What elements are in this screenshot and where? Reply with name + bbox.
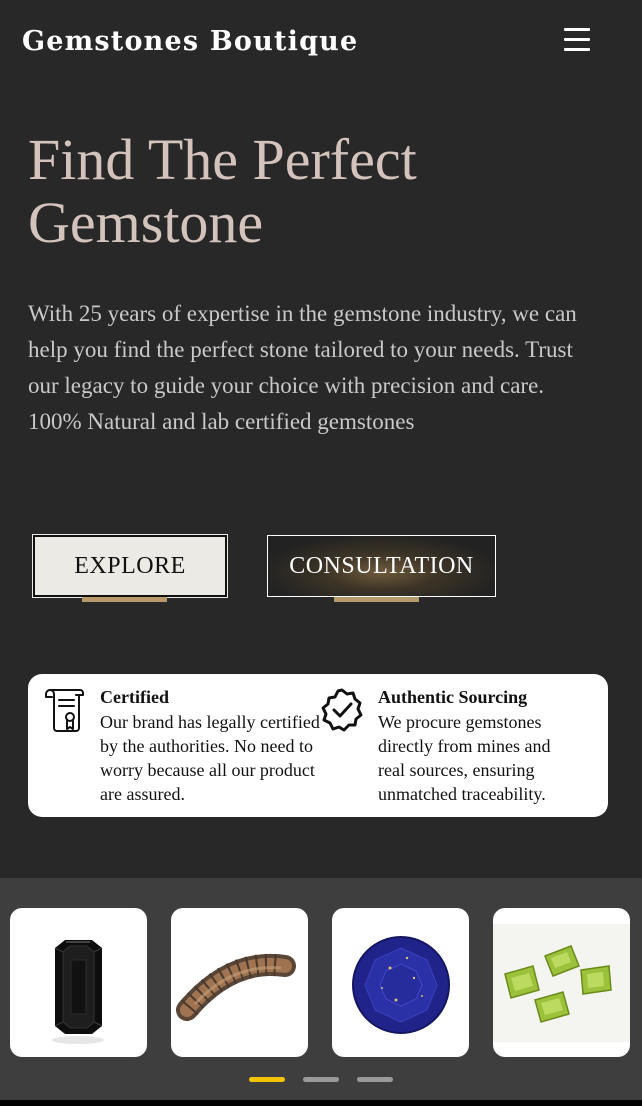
menu-line [564, 28, 590, 31]
explore-button[interactable]: EXPLORE [32, 534, 228, 598]
carousel-dot[interactable] [357, 1077, 393, 1082]
black-emerald-cut-gem-icon [52, 940, 104, 1044]
hamburger-menu-icon[interactable] [560, 26, 594, 54]
feature-text: We procure gemstones directly from mines… [378, 712, 551, 804]
consultation-underline [334, 597, 419, 602]
site-header: Gemstones Boutique [0, 0, 642, 90]
product-card[interactable] [493, 908, 630, 1057]
feature-title: Certified [100, 687, 169, 707]
certificate-scroll-icon [42, 688, 84, 734]
carousel-dot-active[interactable] [249, 1077, 285, 1082]
features-card: Certified Our brand has legally certifie… [28, 674, 608, 817]
consultation-button[interactable]: CONSULTATION [267, 535, 496, 597]
feature-text: Our brand has legally certified by the a… [100, 712, 320, 804]
menu-line [564, 38, 590, 41]
menu-line [564, 48, 590, 51]
hero-description: With 25 years of expertise in the gemsto… [28, 301, 577, 434]
feature-title: Authentic Sourcing [378, 687, 528, 707]
curved-bead-strand-icon [176, 954, 296, 1021]
carousel-dot[interactable] [303, 1077, 339, 1082]
product-carousel [0, 878, 642, 1100]
peridot-gems-cluster-icon [493, 924, 630, 1042]
product-card[interactable] [171, 908, 308, 1057]
bottom-bar [0, 1100, 642, 1106]
lapis-lazuli-round-gem-icon [352, 936, 450, 1034]
product-card[interactable] [10, 908, 147, 1057]
verified-badge-icon [320, 688, 364, 732]
product-card[interactable] [332, 908, 469, 1057]
explore-underline [82, 597, 167, 602]
brand-logo[interactable]: Gemstones Boutique [22, 26, 358, 57]
hero-title: Find The Perfect Gemstone [28, 127, 417, 255]
